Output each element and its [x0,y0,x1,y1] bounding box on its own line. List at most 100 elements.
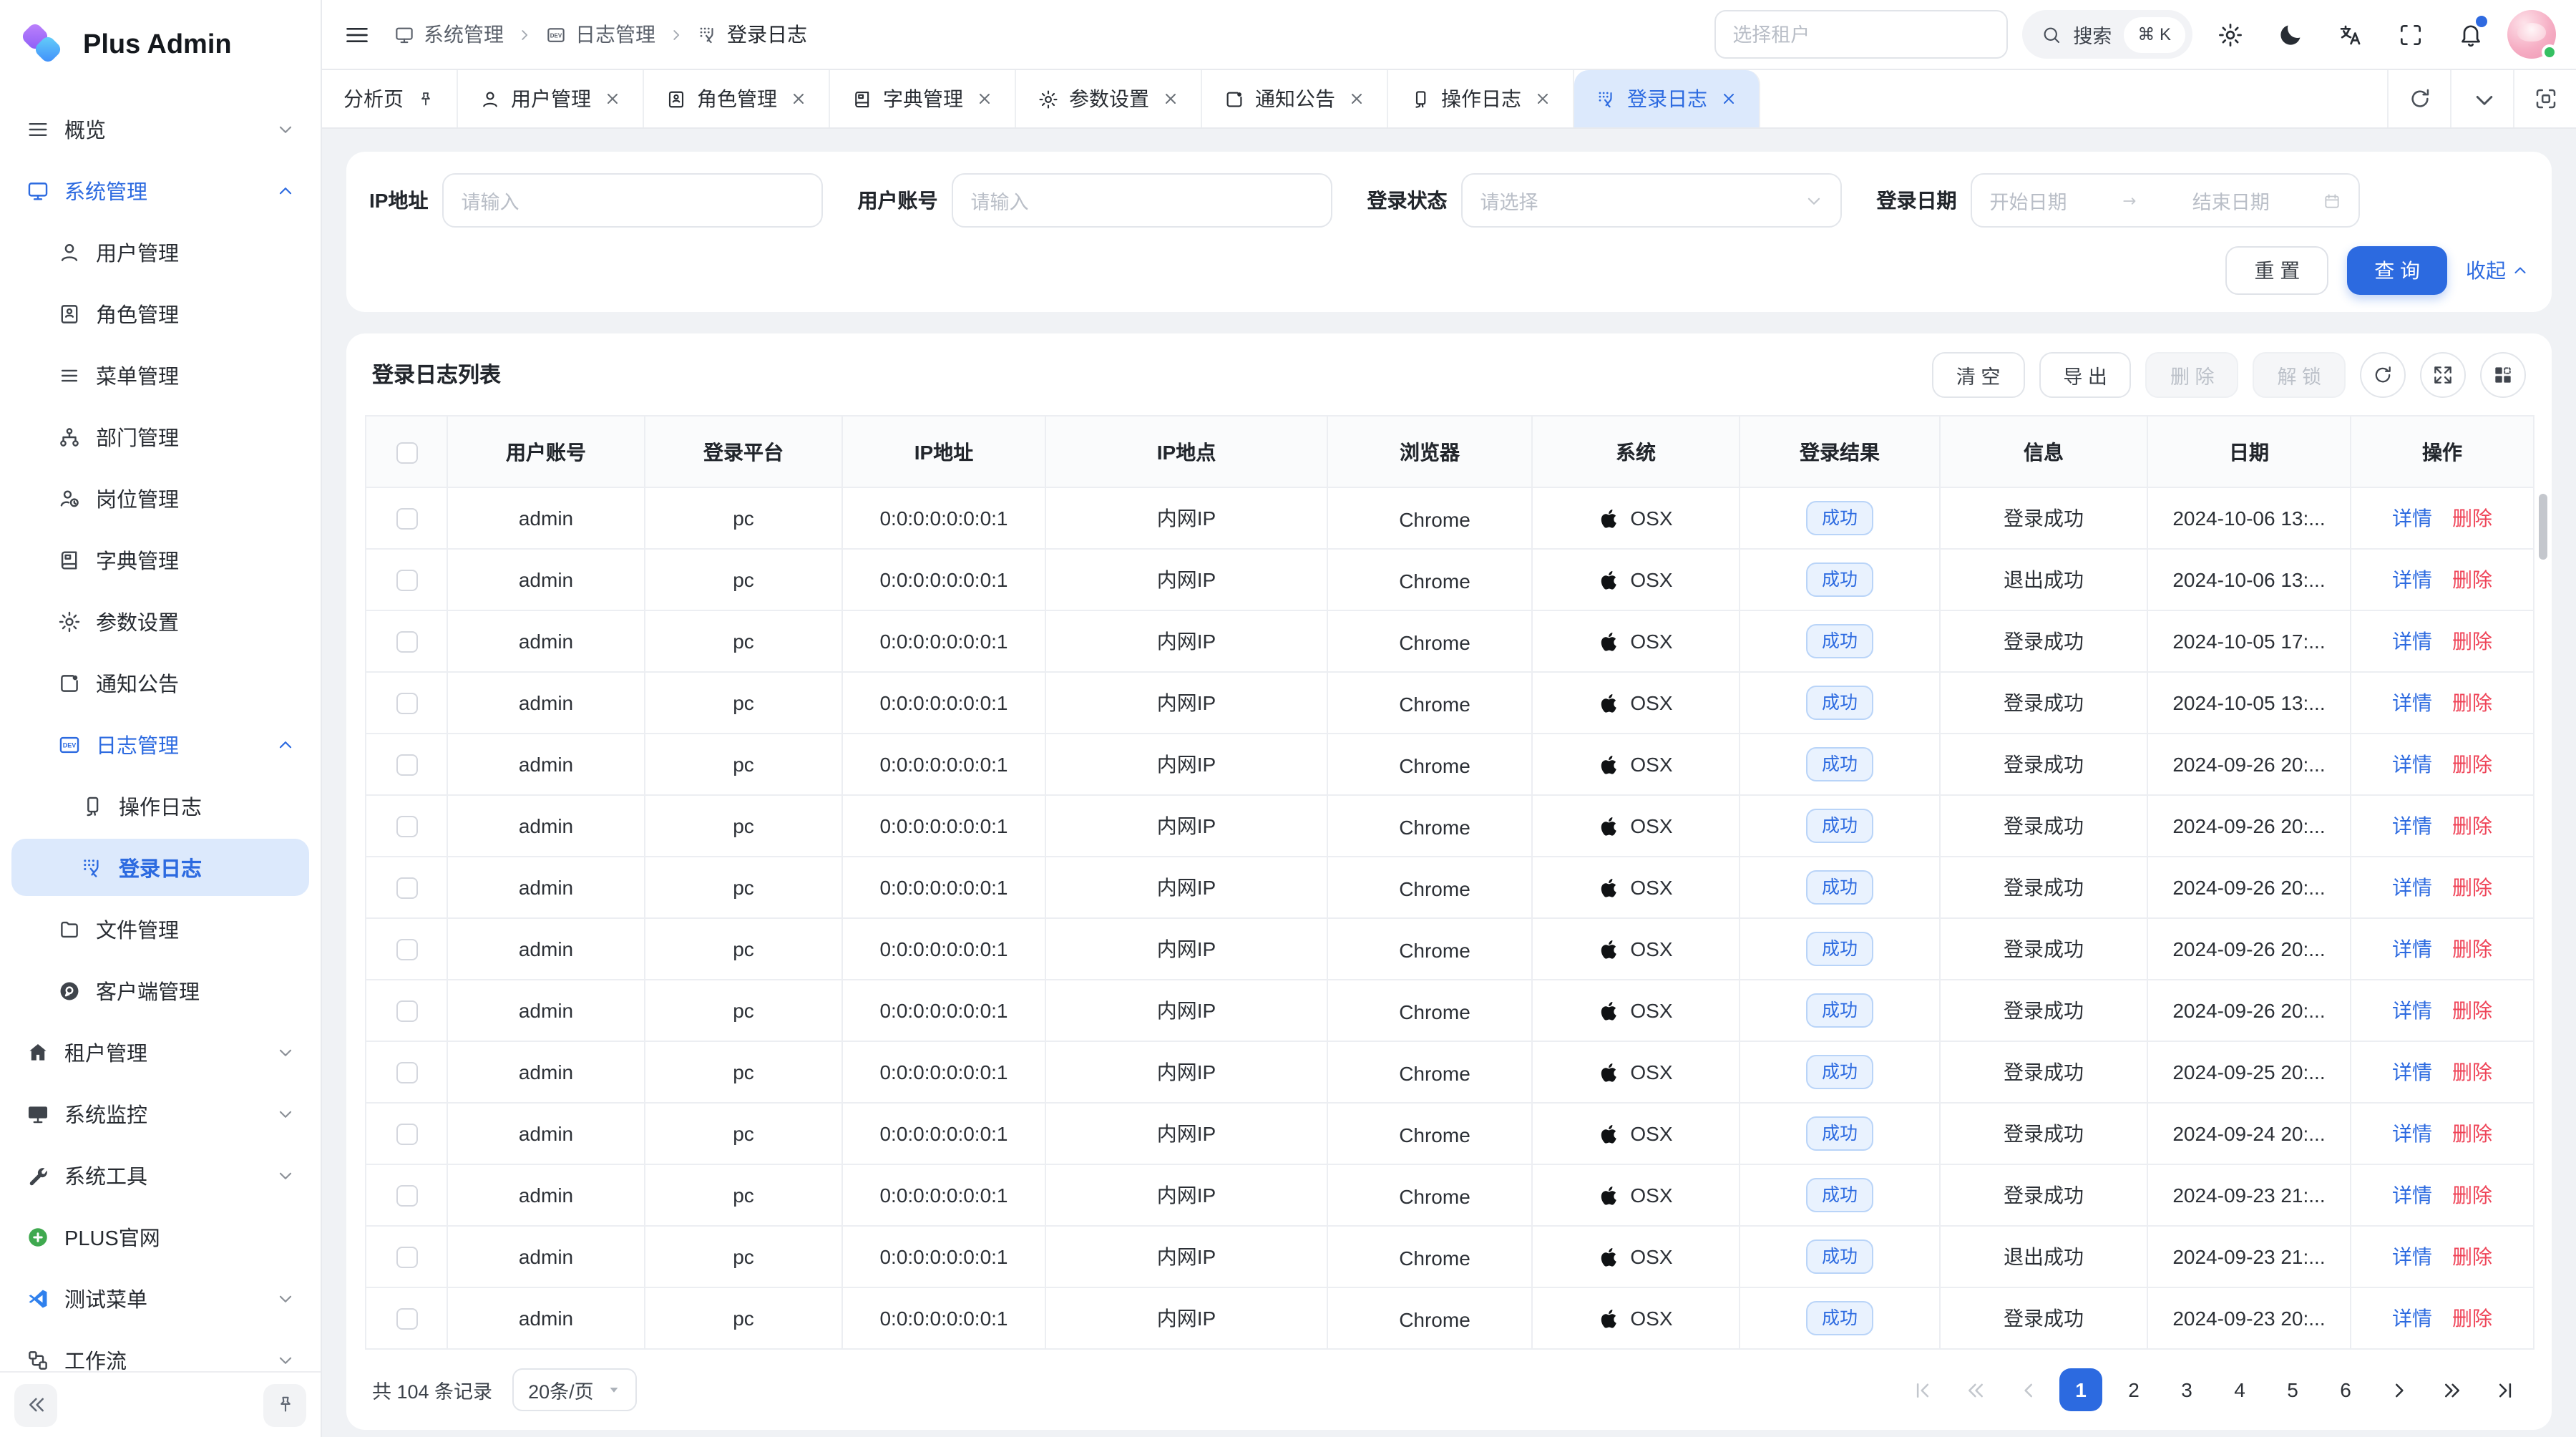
row-checkbox[interactable] [396,1001,417,1023]
page-number-button[interactable]: 6 [2324,1368,2367,1411]
sidebar-item[interactable]: 概览 [11,100,309,157]
last-page-button[interactable] [2483,1368,2526,1411]
delete-link[interactable]: 删除 [2452,691,2492,714]
sidebar-item[interactable]: 系统监控 [11,1085,309,1142]
detail-link[interactable]: 详情 [2392,691,2432,714]
tab[interactable]: 分析页 [322,70,458,127]
user-avatar[interactable] [2507,10,2556,59]
sidebar-item[interactable]: 登录日志 [11,839,309,896]
detail-link[interactable]: 详情 [2392,1061,2432,1083]
delete-link[interactable]: 删除 [2452,1307,2492,1330]
table-refresh-button[interactable] [2360,351,2406,397]
dark-mode-toggle[interactable] [2267,11,2313,57]
sidebar-item[interactable]: 菜单管理 [11,346,309,404]
settings-button[interactable] [2207,11,2253,57]
detail-link[interactable]: 详情 [2392,814,2432,837]
page-number-button[interactable]: 1 [2059,1368,2102,1411]
content-fullscreen-button[interactable] [2513,70,2576,127]
delete-link[interactable]: 删除 [2452,507,2492,530]
table-fullscreen-button[interactable] [2420,351,2466,397]
detail-link[interactable]: 详情 [2392,999,2432,1022]
page-number-button[interactable]: 2 [2112,1368,2155,1411]
collapse-filter-link[interactable]: 收起 [2466,256,2529,285]
page-size-select[interactable]: 20条/页 [512,1368,637,1411]
sidebar-item[interactable]: 岗位管理 [11,469,309,527]
tab-close-icon[interactable] [1162,90,1179,107]
refresh-tab-button[interactable] [2387,70,2450,127]
tab[interactable]: 操作日志 [1388,70,1574,127]
sidebar-item[interactable]: 系统工具 [11,1146,309,1204]
row-checkbox[interactable] [396,509,417,530]
tab-close-icon[interactable] [604,90,621,107]
row-checkbox[interactable] [396,632,417,653]
breadcrumb-item[interactable]: DEV日志管理 [545,20,655,49]
delete-link[interactable]: 删除 [2452,814,2492,837]
sidebar-pin-button[interactable] [263,1383,306,1426]
detail-link[interactable]: 详情 [2392,753,2432,776]
delete-link[interactable]: 删除 [2452,568,2492,591]
tab-close-icon[interactable] [976,90,993,107]
sidebar-item[interactable]: 测试菜单 [11,1270,309,1327]
login-status-select[interactable]: 请选择 [1461,173,1842,228]
row-checkbox[interactable] [396,1186,417,1207]
tab-close-icon[interactable] [1720,90,1737,107]
detail-link[interactable]: 详情 [2392,630,2432,653]
row-checkbox[interactable] [396,1063,417,1084]
sidebar-item[interactable]: 角色管理 [11,285,309,342]
tab[interactable]: 登录日志 [1574,70,1760,127]
sidebar-item[interactable]: 通知公告 [11,654,309,711]
toolbar-button[interactable]: 导 出 [2039,351,2132,397]
column-settings-button[interactable] [2480,351,2526,397]
sidebar-collapse-button[interactable] [14,1383,57,1426]
delete-link[interactable]: 删除 [2452,999,2492,1022]
row-checkbox[interactable] [396,817,417,838]
pin-icon[interactable] [416,89,435,108]
row-checkbox[interactable] [396,940,417,961]
reset-button[interactable]: 重 置 [2225,246,2328,295]
language-button[interactable] [2327,11,2373,57]
tab[interactable]: 通知公告 [1202,70,1388,127]
page-number-button[interactable]: 4 [2218,1368,2261,1411]
row-checkbox[interactable] [396,570,417,592]
next-page-button[interactable] [2377,1368,2420,1411]
tab-menu-button[interactable] [2450,70,2513,127]
query-button[interactable]: 查 询 [2347,246,2447,295]
tab[interactable]: 角色管理 [644,70,830,127]
row-checkbox[interactable] [396,1124,417,1146]
sidebar-item[interactable]: PLUS官网 [11,1208,309,1265]
fullscreen-button[interactable] [2387,11,2433,57]
delete-link[interactable]: 删除 [2452,937,2492,960]
row-checkbox[interactable] [396,755,417,776]
next-group-button[interactable] [2430,1368,2473,1411]
detail-link[interactable]: 详情 [2392,937,2432,960]
detail-link[interactable]: 详情 [2392,876,2432,899]
login-date-range-picker[interactable]: 开始日期 结束日期 [1971,173,2360,228]
tab[interactable]: 用户管理 [458,70,644,127]
tab-close-icon[interactable] [1348,90,1365,107]
sidebar-item[interactable]: 用户管理 [11,223,309,281]
detail-link[interactable]: 详情 [2392,568,2432,591]
breadcrumb-item[interactable]: 系统管理 [394,20,504,49]
sidebar-item[interactable]: DEV日志管理 [11,716,309,773]
delete-link[interactable]: 删除 [2452,876,2492,899]
breadcrumb-item[interactable]: 登录日志 [697,20,807,49]
sidebar-item[interactable]: 客户端管理 [11,962,309,1019]
sidebar-item[interactable]: 系统管理 [11,162,309,219]
row-checkbox[interactable] [396,1309,417,1330]
user-account-input[interactable]: 请输入 [952,173,1332,228]
detail-link[interactable]: 详情 [2392,1184,2432,1207]
tab-close-icon[interactable] [1534,90,1551,107]
delete-link[interactable]: 删除 [2452,1184,2492,1207]
ip-address-input[interactable]: 请输入 [442,173,823,228]
detail-link[interactable]: 详情 [2392,1245,2432,1268]
sidebar-item[interactable]: 工作流 [11,1331,309,1371]
delete-link[interactable]: 删除 [2452,1245,2492,1268]
sidebar-item[interactable]: 文件管理 [11,900,309,958]
detail-link[interactable]: 详情 [2392,1307,2432,1330]
detail-link[interactable]: 详情 [2392,507,2432,530]
sidebar-item[interactable]: 部门管理 [11,408,309,465]
page-number-button[interactable]: 3 [2165,1368,2208,1411]
delete-link[interactable]: 删除 [2452,753,2492,776]
delete-link[interactable]: 删除 [2452,1122,2492,1145]
detail-link[interactable]: 详情 [2392,1122,2432,1145]
